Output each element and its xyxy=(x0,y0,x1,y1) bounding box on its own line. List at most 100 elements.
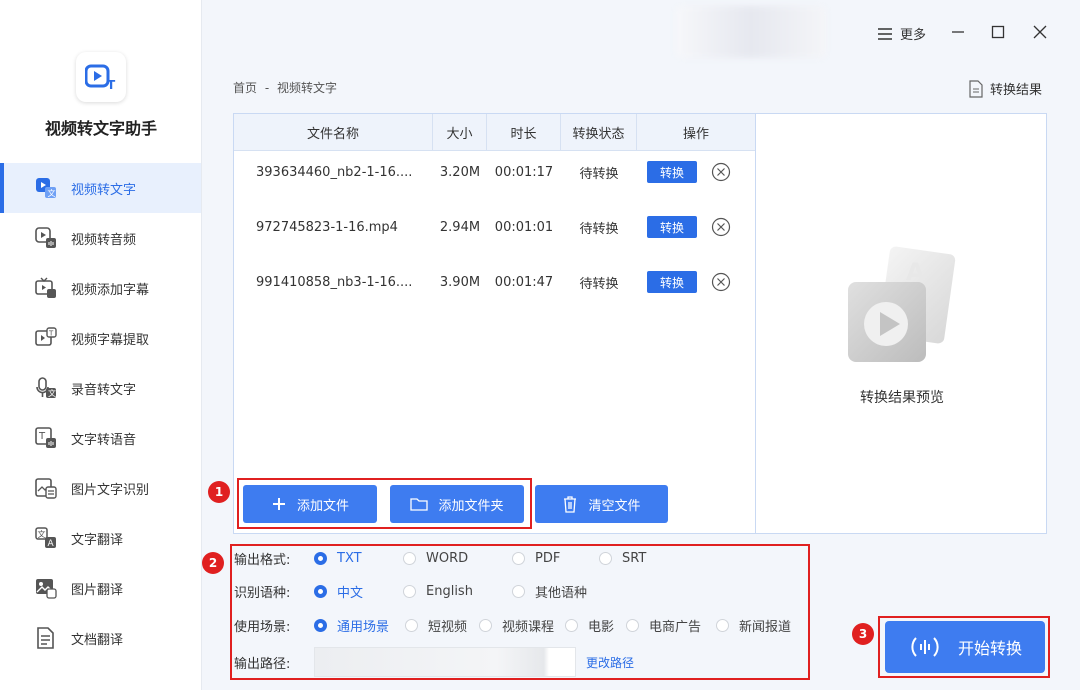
add-file-label: 添加文件 xyxy=(296,498,349,514)
language-option-other[interactable]: 其他语种 xyxy=(512,582,587,601)
scene-row: 使用场景: 通用场景 短视频 视频课程 电影 电商广告 新闻报道 xyxy=(234,616,791,635)
format-option-pdf[interactable]: PDF xyxy=(512,551,599,566)
conversion-result-button[interactable]: 转换结果 xyxy=(968,79,1042,98)
sidebar-item-text-to-speech[interactable]: T 文字转语音 xyxy=(0,413,201,463)
col-size: 大小 xyxy=(433,114,487,150)
minimize-icon xyxy=(952,31,964,33)
sidebar-item-label: 视频转文字 xyxy=(71,182,137,198)
path-row: 输出路径: 更改路径 xyxy=(234,647,634,677)
sidebar-item-image-translate[interactable]: 图片翻译 xyxy=(0,563,201,613)
sidebar-item-record-to-text[interactable]: 文 录音转文字 xyxy=(0,363,201,413)
folder-icon xyxy=(410,498,429,511)
radio-icon xyxy=(314,552,327,565)
col-duration: 时长 xyxy=(487,114,561,150)
step-badge-1: 1 xyxy=(208,481,230,503)
preview-label: 转换结果预览 xyxy=(860,390,944,406)
start-conversion-button[interactable]: 开始转换 xyxy=(885,621,1045,673)
sidebar-item-text-translate[interactable]: 文A 文字翻译 xyxy=(0,513,201,563)
doc-translate-icon xyxy=(33,625,59,651)
sidebar-item-video-to-text[interactable]: 文 视频转文字 xyxy=(0,163,201,213)
maximize-button[interactable] xyxy=(988,22,1008,42)
breadcrumb-separator: - xyxy=(264,81,270,95)
file-status: 待转换 xyxy=(579,166,619,182)
col-filename: 文件名称 xyxy=(234,114,433,150)
scene-option-short-video[interactable]: 短视频 xyxy=(405,616,479,635)
language-option-chinese[interactable]: 中文 xyxy=(314,582,403,601)
result-link-label: 转换结果 xyxy=(990,83,1043,98)
text-translate-icon: 文A xyxy=(33,525,59,551)
sidebar-item-label: 文档翻译 xyxy=(71,632,124,648)
sidebar-item-label: 文字翻译 xyxy=(71,532,124,548)
app-name: 视频转文字助手 xyxy=(44,119,157,138)
sidebar-item-label: 视频字幕提取 xyxy=(71,332,150,348)
text-to-speech-icon: T xyxy=(33,425,59,451)
sidebar-item-doc-translate[interactable]: 文档翻译 xyxy=(0,613,201,663)
clear-files-button[interactable]: 清空文件 xyxy=(535,485,668,523)
breadcrumb: 首页 - 视频转文字 xyxy=(233,79,337,96)
output-path-field[interactable] xyxy=(314,647,576,677)
radio-icon xyxy=(512,585,525,598)
delete-icon[interactable] xyxy=(711,162,731,182)
file-name: 972745823-1-16.mp4 xyxy=(256,219,398,235)
radio-icon xyxy=(599,552,612,565)
minimize-button[interactable] xyxy=(948,22,968,42)
titlebar-blurred-area xyxy=(676,6,826,58)
add-folder-label: 添加文件夹 xyxy=(438,498,504,514)
table-row[interactable]: 991410858_nb3-1-16.... 3.90M 00:01:47 待转… xyxy=(234,262,755,302)
scene-option-general[interactable]: 通用场景 xyxy=(314,616,405,635)
col-status: 转换状态 xyxy=(561,114,637,150)
format-option-txt[interactable]: TXT xyxy=(314,551,403,566)
language-option-english[interactable]: English xyxy=(403,584,512,599)
table-row[interactable]: 393634460_nb2-1-16.... 3.20M 00:01:17 待转… xyxy=(234,152,755,192)
file-duration: 00:01:47 xyxy=(494,274,554,290)
sidebar-item-image-ocr[interactable]: 图片文字识别 xyxy=(0,463,201,513)
delete-icon[interactable] xyxy=(711,272,731,292)
scene-option-ecommerce-ad[interactable]: 电商广告 xyxy=(626,616,716,635)
format-option-word[interactable]: WORD xyxy=(403,551,512,566)
sidebar-item-video-to-audio[interactable]: 视频转音频 xyxy=(0,213,201,263)
radio-icon xyxy=(479,619,492,632)
maximize-icon xyxy=(991,25,1005,39)
close-icon xyxy=(1033,25,1047,39)
main-area: 更多 首页 - 视频转文字 转换结果 文件名称 大小 时长 转换状态 操作 39… xyxy=(202,0,1080,690)
scene-option-course[interactable]: 视频课程 xyxy=(479,616,565,635)
start-conversion-label: 开始转换 xyxy=(957,639,1022,658)
sidebar-item-label: 视频添加字幕 xyxy=(71,282,150,298)
path-label: 输出路径: xyxy=(234,656,291,672)
sidebar-item-subtitle-extract[interactable]: T 视频字幕提取 xyxy=(0,313,201,363)
close-button[interactable] xyxy=(1030,22,1050,42)
language-label: 识别语种: xyxy=(234,586,291,601)
menu-icon xyxy=(878,27,892,40)
format-label: 输出格式: xyxy=(234,553,291,568)
file-duration: 00:01:01 xyxy=(494,219,554,235)
table-row[interactable]: 972745823-1-16.mp4 2.94M 00:01:01 待转换 转换 xyxy=(234,207,755,247)
image-translate-icon xyxy=(33,575,59,601)
format-option-srt[interactable]: SRT xyxy=(599,551,646,566)
add-subtitle-icon xyxy=(33,275,59,301)
svg-text:文: 文 xyxy=(38,529,46,539)
radio-icon xyxy=(314,619,327,632)
change-path-link[interactable]: 更改路径 xyxy=(586,654,634,671)
svg-text:A: A xyxy=(48,539,55,549)
sidebar-item-add-subtitle[interactable]: 视频添加字幕 xyxy=(0,263,201,313)
sidebar-item-label: 文字转语音 xyxy=(71,432,137,448)
convert-button[interactable]: 转换 xyxy=(647,216,697,238)
sidebar-item-label: 图片文字识别 xyxy=(71,482,150,498)
add-file-button[interactable]: 添加文件 xyxy=(243,485,377,523)
file-size: 3.20M xyxy=(439,164,481,180)
add-folder-button[interactable]: 添加文件夹 xyxy=(390,485,524,523)
convert-button[interactable]: 转换 xyxy=(647,161,697,183)
scene-option-news[interactable]: 新闻报道 xyxy=(716,616,791,635)
convert-button[interactable]: 转换 xyxy=(647,271,697,293)
breadcrumb-home[interactable]: 首页 xyxy=(233,81,257,95)
radio-icon xyxy=(512,552,525,565)
sidebar-nav: 文 视频转文字 视频转音频 视频添加字幕 T 视频字幕提取 文 录音转文字 T … xyxy=(0,163,201,663)
radio-icon xyxy=(626,619,639,632)
scene-option-movie[interactable]: 电影 xyxy=(565,616,626,635)
language-row: 识别语种: 中文 English 其他语种 xyxy=(234,582,587,601)
svg-text:文: 文 xyxy=(48,388,56,398)
delete-icon[interactable] xyxy=(711,217,731,237)
more-menu-button[interactable]: 更多 xyxy=(878,24,926,43)
video-to-text-icon: 文 xyxy=(33,175,59,201)
step-badge-2: 2 xyxy=(202,552,224,574)
